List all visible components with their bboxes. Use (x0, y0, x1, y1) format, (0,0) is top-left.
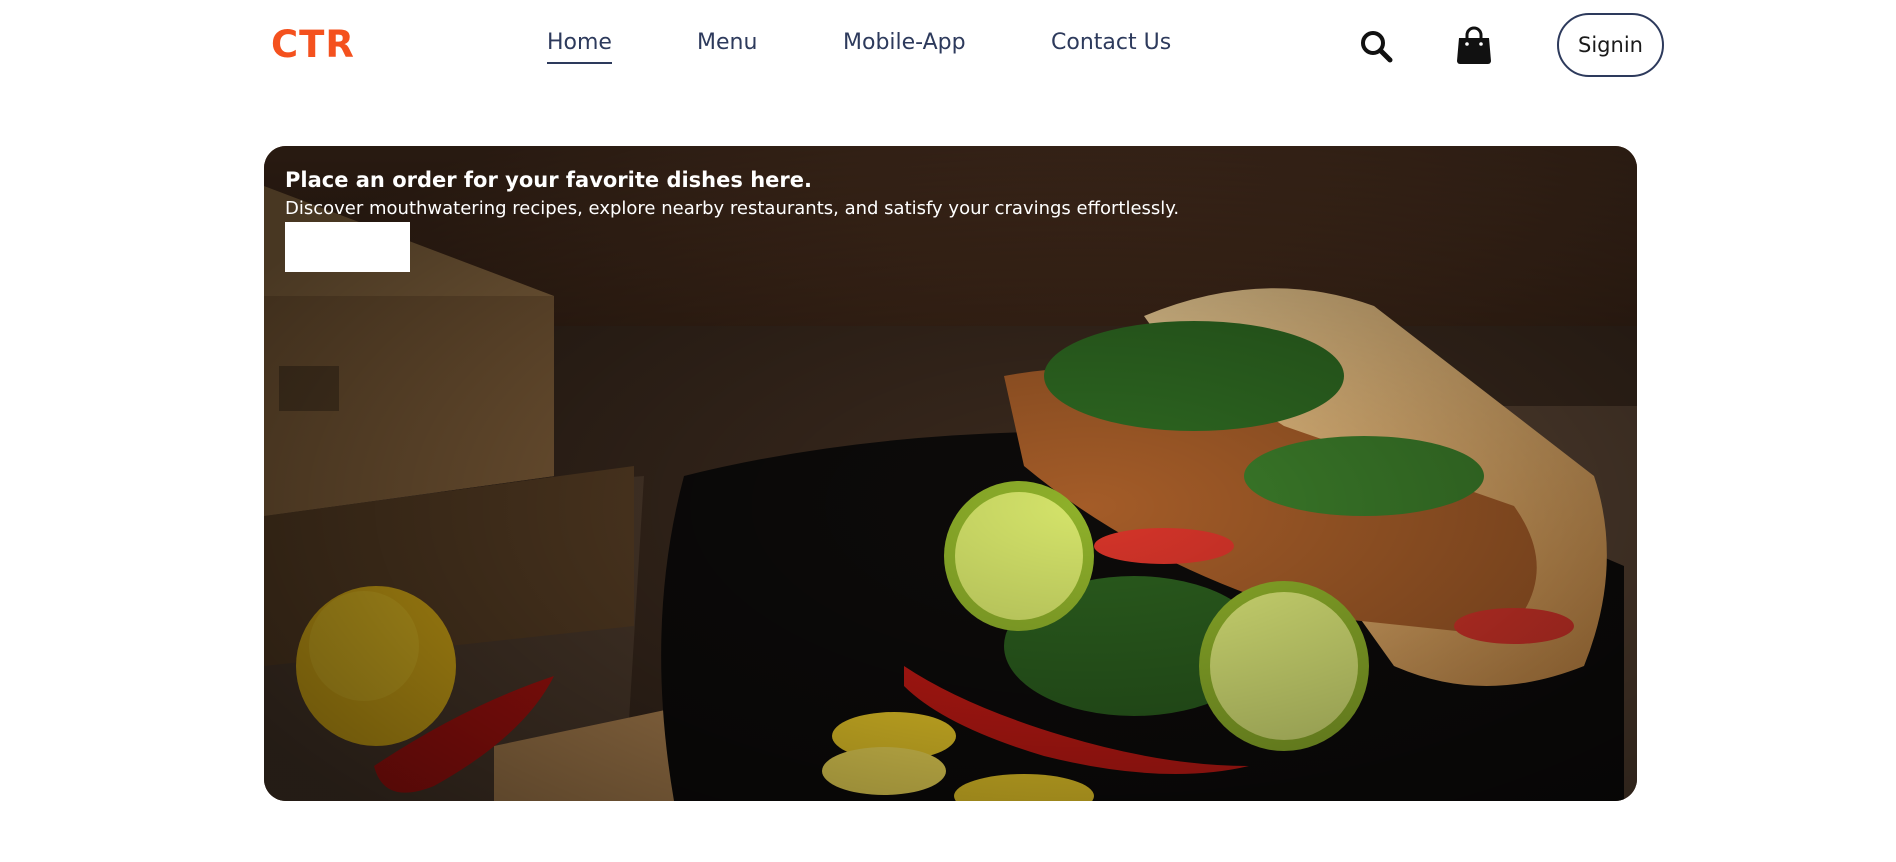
hero-banner: Place an order for your favorite dishes … (264, 146, 1637, 801)
nav-item-menu[interactable]: Menu (697, 28, 757, 58)
nav-item-mobile-app[interactable]: Mobile-App (843, 28, 966, 58)
search-icon[interactable] (1359, 29, 1393, 63)
top-navbar: CTR Home Menu Mobile-App Contact Us Sign… (0, 0, 1896, 90)
shopping-bag-icon[interactable] (1456, 25, 1492, 65)
hero-cta-button[interactable] (285, 222, 410, 272)
hero-title: Place an order for your favorite dishes … (285, 168, 812, 192)
signin-button[interactable]: Signin (1557, 13, 1664, 77)
nav-item-contact-us[interactable]: Contact Us (1051, 28, 1171, 58)
nav-item-home[interactable]: Home (547, 28, 612, 64)
hero-food-image (264, 146, 1637, 801)
brand-logo[interactable]: CTR (271, 24, 355, 66)
hero-subtitle: Discover mouthwatering recipes, explore … (285, 198, 1180, 219)
